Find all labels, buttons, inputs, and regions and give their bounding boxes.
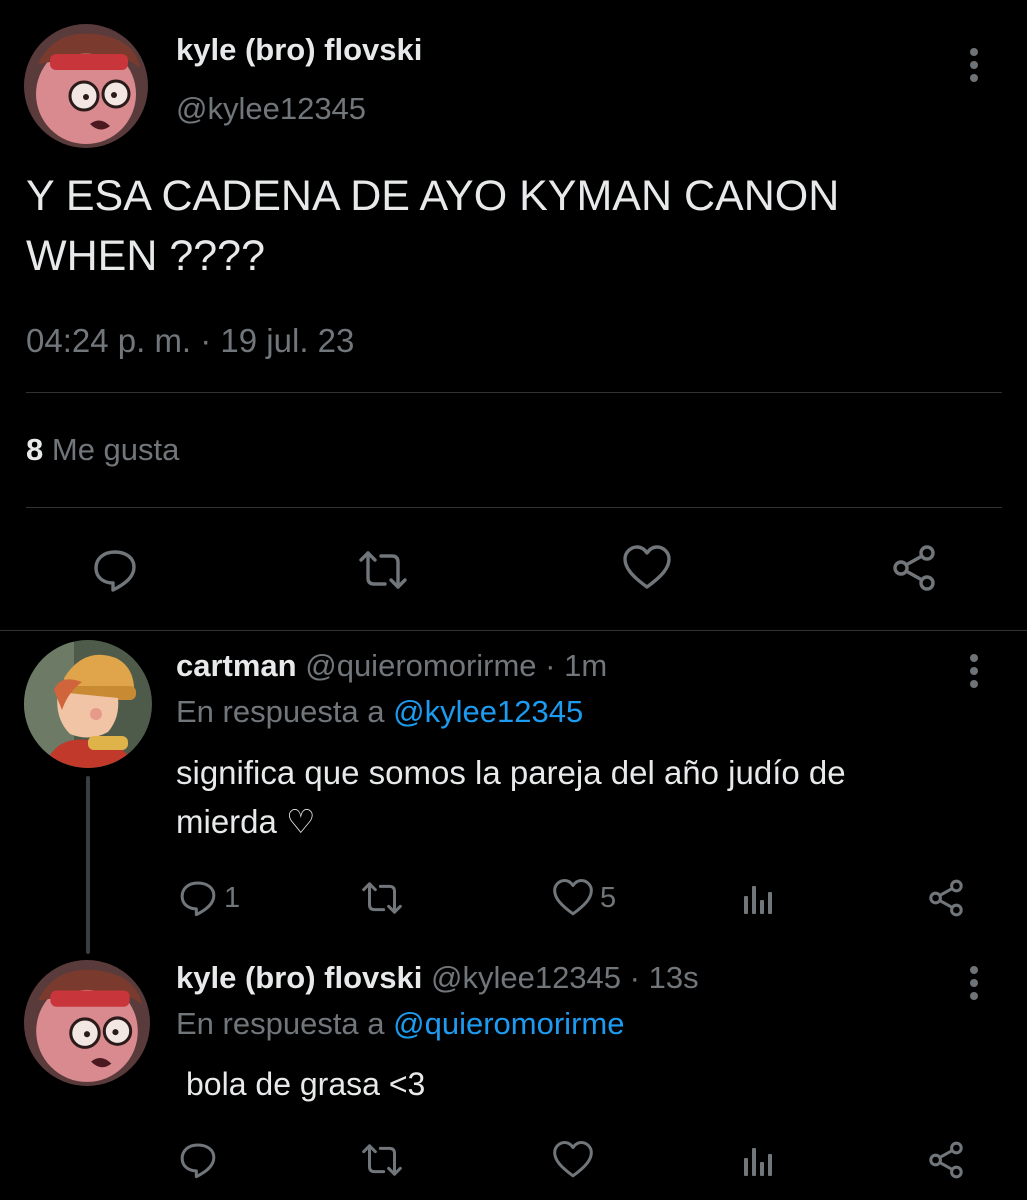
speech-bubble-icon	[180, 1143, 216, 1179]
reply2-replying-prefix: En respuesta a	[176, 1006, 385, 1041]
reply1-retweet-button[interactable]	[360, 878, 404, 918]
reply1-author-name[interactable]: cartman	[176, 648, 297, 683]
share-icon	[929, 879, 963, 917]
retweet-icon	[359, 551, 407, 589]
reply1-replying-handle-link[interactable]: @kylee12345	[393, 694, 583, 729]
reply1-more-icon[interactable]	[968, 654, 980, 693]
reply2-text: bola de grasa <3	[186, 1066, 426, 1102]
reply1-reply-button[interactable]: 1	[178, 878, 240, 918]
main-tweet-likes-label: Me gusta	[51, 432, 180, 467]
main-tweet-author-handle[interactable]: @kylee12345	[176, 91, 366, 127]
reply1-replying-prefix: En respuesta a	[176, 694, 385, 729]
retweet-icon	[362, 1144, 402, 1176]
section-divider	[0, 630, 1027, 631]
reply1-author-handle[interactable]: @quieromorirme	[305, 648, 536, 683]
reply2-views-button[interactable]	[740, 1142, 776, 1178]
main-tweet-share-button[interactable]	[889, 543, 939, 593]
main-tweet-likes-count: 8	[26, 432, 44, 467]
reply2-like-button[interactable]	[552, 1140, 594, 1180]
reply2-time[interactable]: · 13s	[630, 960, 699, 995]
speech-bubble-icon	[180, 881, 216, 917]
reply1-reply-count: 1	[224, 881, 241, 914]
reply2-retweet-button[interactable]	[360, 1140, 404, 1180]
main-tweet-likes-stat[interactable]: 8 Me gusta	[26, 432, 179, 468]
reply2-replying-to: En respuesta a @quieromorirme	[176, 1006, 624, 1042]
main-tweet-avatar[interactable]	[24, 24, 148, 148]
reply2-share-button[interactable]	[926, 1140, 966, 1180]
reply2-header: kyle (bro) flovski @kylee12345 · 13s	[176, 960, 699, 996]
reply1-time[interactable]: · 1m	[545, 648, 607, 683]
main-tweet-author-name[interactable]: kyle (bro) flovski	[176, 32, 422, 68]
share-icon	[893, 545, 935, 591]
main-tweet-like-button[interactable]	[622, 544, 672, 592]
heart-icon	[553, 879, 593, 916]
reply2-author-handle[interactable]: @kylee12345	[431, 960, 621, 995]
divider	[26, 392, 1002, 393]
divider	[26, 507, 1002, 508]
thread-connector	[86, 776, 90, 954]
analytics-icon	[744, 1148, 772, 1176]
reply1-avatar[interactable]	[24, 640, 152, 768]
main-tweet-more-icon[interactable]	[968, 48, 980, 87]
reply1-like-button[interactable]: 5	[552, 878, 616, 918]
reply1-share-button[interactable]	[926, 878, 966, 918]
reply1-text-line2: mierda ♡	[176, 803, 316, 840]
reply2-avatar[interactable]	[24, 960, 150, 1086]
reply1-views-button[interactable]	[740, 880, 776, 916]
main-tweet-timestamp[interactable]: 04:24 p. m. · 19 jul. 23	[26, 322, 354, 360]
reply2-more-icon[interactable]	[968, 966, 980, 1005]
reply1-text-line1: significa que somos la pareja del año ju…	[176, 754, 846, 791]
heart-icon	[553, 1141, 593, 1178]
main-tweet-retweet-button[interactable]	[357, 546, 409, 594]
reply2-author-name[interactable]: kyle (bro) flovski	[176, 960, 422, 995]
heart-icon	[623, 545, 671, 589]
main-tweet-text-line2: WHEN ????	[26, 232, 265, 280]
speech-bubble-icon	[94, 550, 136, 592]
main-tweet-text-line1: Y ESA CADENA DE AYO KYMAN CANON	[26, 172, 840, 220]
reply1-header: cartman @quieromorirme · 1m	[176, 648, 607, 684]
reply1-replying-to: En respuesta a @kylee12345	[176, 694, 583, 730]
retweet-icon	[362, 882, 402, 914]
reply1-like-count: 5	[600, 881, 617, 914]
analytics-icon	[744, 886, 772, 914]
main-tweet-reply-button[interactable]	[91, 546, 139, 594]
reply2-reply-button[interactable]	[178, 1140, 218, 1180]
reply2-replying-handle-link[interactable]: @quieromorirme	[393, 1006, 624, 1041]
share-icon	[929, 1141, 963, 1179]
